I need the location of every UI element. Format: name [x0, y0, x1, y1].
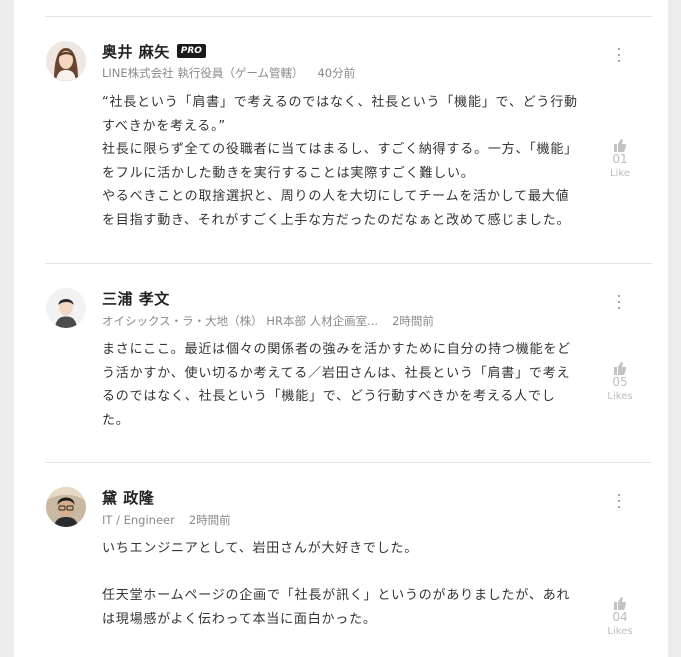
comment-body: “社長という「肩書」で考えるのではなく、社長という「機能」で、どう行動すべきかを…: [102, 91, 580, 232]
vertical-ellipsis-icon: [618, 301, 620, 303]
divider: [45, 16, 652, 17]
like-label: Likes: [607, 391, 633, 402]
divider: [45, 263, 652, 264]
avatar[interactable]: [46, 288, 86, 328]
comment-paragraph: まさにここ。最近は個々の関係者の強みを活かすために自分の持つ機能をどう活かすか、…: [102, 342, 571, 428]
vertical-ellipsis-icon: [618, 60, 620, 62]
like-button[interactable]: 01 Like: [602, 139, 638, 181]
like-count: 04: [612, 610, 628, 624]
vertical-ellipsis-icon: [618, 295, 620, 297]
comment-paragraph: 任天堂ホームページの企画で「社長が訊く」というのがありましたが、あれは現場感がよ…: [102, 588, 571, 627]
avatar[interactable]: [46, 41, 86, 81]
author-affiliation: IT / Engineer: [102, 513, 175, 527]
comment-timestamp: 40分前: [317, 66, 356, 80]
vertical-ellipsis-icon: [618, 506, 620, 508]
avatar[interactable]: [46, 487, 86, 527]
author-row: 奥井 麻矢 PRO: [102, 41, 206, 61]
author-name[interactable]: 黛 政隆: [102, 487, 154, 508]
vertical-ellipsis-icon: [618, 500, 620, 502]
author-name[interactable]: 奥井 麻矢: [102, 41, 170, 62]
thumbs-up-icon: [614, 362, 626, 375]
comment-timestamp: 2時間前: [392, 314, 434, 328]
author-affiliation: LINE株式会社 執行役員（ゲーム管轄）: [102, 66, 304, 80]
avatar-man-glasses-icon: [46, 487, 86, 527]
vertical-ellipsis-icon: [618, 54, 620, 56]
comment-paragraph: 社長に限らず全ての役職者に当てはまるし、すごく納得する。一方、「機能」をフルに活…: [102, 142, 578, 181]
like-button[interactable]: 05 Likes: [602, 362, 638, 404]
vertical-ellipsis-icon: [618, 494, 620, 496]
thumbs-up-icon: [614, 597, 626, 610]
author-row: 黛 政隆: [102, 487, 154, 507]
divider: [45, 462, 652, 463]
vertical-ellipsis-icon: [618, 307, 620, 309]
comment-paragraph: やるべきことの取捨選択と、周りの人を大切にしてチームを活かして最大値を目指す動き…: [102, 189, 571, 228]
vertical-ellipsis-icon: [618, 48, 620, 50]
author-meta: IT / Engineer 2時間前: [102, 512, 231, 528]
more-options-button[interactable]: [612, 46, 626, 64]
author-meta: オイシックス・ラ・大地（株） HR本部 人材企画室... 2時間前: [102, 313, 434, 329]
pro-badge: PRO: [176, 44, 206, 58]
comment-feed: 奥井 麻矢 PRO LINE株式会社 執行役員（ゲーム管轄） 40分前 “社長とい…: [14, 0, 668, 657]
like-count: 01: [612, 152, 628, 166]
author-meta: LINE株式会社 執行役員（ゲーム管轄） 40分前: [102, 65, 355, 81]
avatar-woman-long-hair-icon: [46, 41, 86, 81]
like-button[interactable]: 04 Likes: [602, 597, 638, 639]
comment-paragraph: “社長という「肩書」で考えるのではなく、社長という「機能」で、どう行動すべきかを…: [102, 95, 578, 134]
avatar-man-short-hair-icon: [46, 288, 86, 328]
author-row: 三浦 孝文: [102, 288, 170, 308]
comment-timestamp: 2時間前: [188, 513, 231, 527]
like-count: 05: [612, 375, 628, 389]
comment-body: いちエンジニアとして、岩田さんが大好きでした。 任天堂ホームページの企画で「社長…: [102, 537, 580, 631]
like-label: Like: [610, 168, 630, 179]
thumbs-up-icon: [614, 139, 626, 152]
like-label: Likes: [607, 626, 633, 637]
more-options-button[interactable]: [612, 492, 626, 510]
author-affiliation: オイシックス・ラ・大地（株） HR本部 人材企画室...: [102, 314, 379, 328]
more-options-button[interactable]: [612, 293, 626, 311]
comment-paragraph: いちエンジニアとして、岩田さんが大好きでした。: [102, 541, 419, 556]
comment-body: まさにここ。最近は個々の関係者の強みを活かすために自分の持つ機能をどう活かすか、…: [102, 338, 580, 432]
author-name[interactable]: 三浦 孝文: [102, 288, 170, 309]
